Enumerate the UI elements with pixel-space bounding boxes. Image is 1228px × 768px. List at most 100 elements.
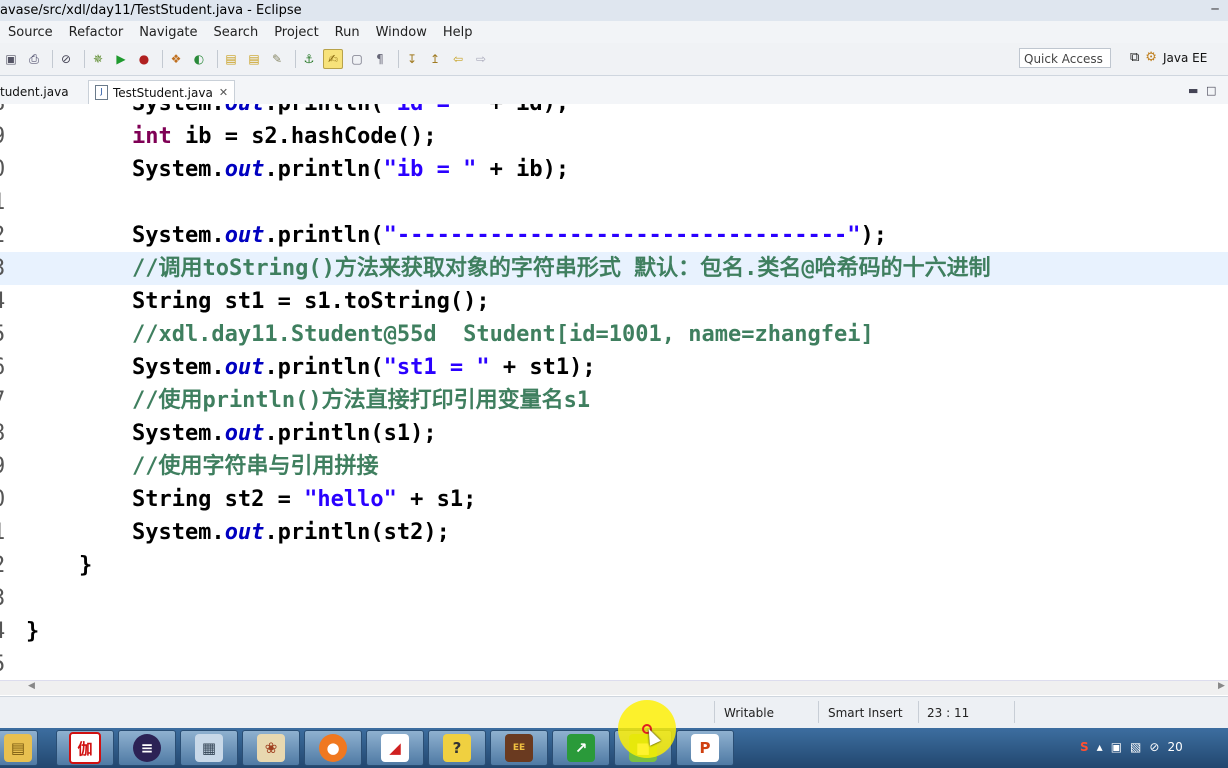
menu-help[interactable]: Help <box>435 25 481 40</box>
code-line[interactable]: 7 //使用println()方法直接打印引用变量名s1 <box>0 384 1228 417</box>
scroll-right-icon[interactable]: ▶ <box>1218 681 1225 691</box>
javaee-ide-icon: EE <box>505 734 533 762</box>
code-line[interactable]: 9 //使用字符串与引用拼接 <box>0 450 1228 483</box>
horizontal-scrollbar[interactable]: ◀ ▶ <box>0 680 1228 695</box>
menu-run[interactable]: Run <box>327 25 368 40</box>
tray-device-icon[interactable]: ▣ <box>1111 740 1122 754</box>
new-class-icon[interactable]: ◐ <box>190 50 208 68</box>
field-token: out <box>224 355 265 380</box>
taskbar-calculator[interactable]: ▦ <box>180 730 238 766</box>
print-icon[interactable]: ⎙ <box>25 50 43 68</box>
code-text: System.out.println("st1 = " + st1); <box>26 351 596 384</box>
toolbar-separator <box>295 50 296 68</box>
next-annotation-icon[interactable]: ↧ <box>403 50 421 68</box>
run-icon[interactable]: ▶ <box>112 50 130 68</box>
perspective-switcher[interactable]: ⧉ ⚙ Java EE <box>1130 50 1207 65</box>
window-title: avase/src/xdl/day11/TestStudent.java - E… <box>0 3 302 18</box>
close-icon[interactable]: ✕ <box>219 86 228 99</box>
menu-navigate[interactable]: Navigate <box>131 25 205 40</box>
tab-student-java[interactable]: tudent.java <box>0 80 69 104</box>
debug-icon[interactable]: ✵ <box>89 50 107 68</box>
prev-annotation-icon[interactable]: ↥ <box>426 50 444 68</box>
taskbar-folder[interactable]: ▤ <box>0 730 38 766</box>
ime-icon[interactable]: S <box>1080 740 1089 754</box>
help-icon: ? <box>443 734 471 762</box>
menu-refactor[interactable]: Refactor <box>61 25 132 40</box>
volume-muted-icon[interactable]: ⊘ <box>1149 740 1159 754</box>
taskbar-javaee-ide[interactable]: EE <box>490 730 548 766</box>
code-token: System. <box>26 520 225 545</box>
mark-occurrences-icon[interactable]: ✍ <box>323 49 343 69</box>
menu-source[interactable]: Source <box>0 25 61 40</box>
code-line[interactable]: 8 System.out.println(s1); <box>0 417 1228 450</box>
minimize-icon[interactable]: ─ <box>1202 0 1228 18</box>
back-icon[interactable]: ⇦ <box>449 50 467 68</box>
taskbar-pdf-reader[interactable]: 伽 <box>56 730 114 766</box>
code-line[interactable]: 3 //调用toString()方法来获取对象的字符串形式 默认：包名.类名@哈… <box>0 252 1228 285</box>
forward-icon[interactable]: ⇨ <box>472 50 490 68</box>
taskbar-help[interactable]: ? <box>428 730 486 766</box>
code-line[interactable]: 3 <box>0 582 1228 615</box>
code-token: .println(st2); <box>264 520 450 545</box>
tab-teststudent-java[interactable]: J TestStudent.java ✕ <box>88 80 236 104</box>
code-text: //调用toString()方法来获取对象的字符串形式 默认：包名.类名@哈希码… <box>26 252 991 285</box>
wand-icon[interactable]: ✎ <box>268 50 286 68</box>
code-line[interactable]: 4 String st1 = s1.toString(); <box>0 285 1228 318</box>
minimize-view-icon[interactable]: ▬ <box>1188 84 1206 97</box>
status-mode: Writable <box>724 706 774 720</box>
code-token: .println( <box>264 355 384 380</box>
tab-controls: ▬ □ <box>1188 84 1224 97</box>
code-token: .println( <box>264 157 384 182</box>
code-line[interactable]: 0 System.out.println("ib = " + ib); <box>0 153 1228 186</box>
code-token: + st1); <box>489 355 596 380</box>
perspective-label[interactable]: Java EE <box>1163 51 1207 65</box>
code-line[interactable]: 0 String st2 = "hello" + s1; <box>0 483 1228 516</box>
line-number: 0 <box>0 153 12 186</box>
scroll-left-icon[interactable]: ◀ <box>28 681 35 691</box>
code-line[interactable]: 1 System.out.println(st2); <box>0 516 1228 549</box>
maximize-view-icon[interactable]: □ <box>1206 84 1224 97</box>
block-selection-icon[interactable]: ▢ <box>348 50 366 68</box>
code-editor[interactable]: 8 System.out.println("id = " + id);9 int… <box>0 104 1228 680</box>
menu-project[interactable]: Project <box>266 25 326 40</box>
code-line[interactable]: 5 <box>0 648 1228 680</box>
code-line[interactable]: 9 int ib = s2.hashCode(); <box>0 120 1228 153</box>
line-number: 4 <box>0 285 12 318</box>
code-line[interactable]: 5 //xdl.day11.Student@55d Student[id=100… <box>0 318 1228 351</box>
taskbar-xmind[interactable]: ◢ <box>366 730 424 766</box>
menu-window[interactable]: Window <box>368 25 435 40</box>
code-line[interactable]: 4} <box>0 615 1228 648</box>
line-number: 9 <box>0 450 12 483</box>
line-number: 4 <box>0 615 12 648</box>
show-whitespace-icon[interactable]: ¶ <box>371 50 389 68</box>
toolbar-separator <box>52 50 53 68</box>
network-icon[interactable]: ▧ <box>1130 740 1141 754</box>
code-token: + s1; <box>396 487 477 512</box>
code-line[interactable]: 2 } <box>0 549 1228 582</box>
open-perspective-icon[interactable]: ⧉ <box>1130 50 1139 65</box>
open-folder-icon[interactable]: ▤ <box>222 50 240 68</box>
coverage-icon[interactable]: ● <box>135 50 153 68</box>
quick-access-input[interactable]: Quick Access <box>1019 48 1111 68</box>
save-all-icon[interactable]: ▣ <box>2 50 20 68</box>
taskbar-firefox[interactable]: ● <box>304 730 362 766</box>
taskbar-powerpoint[interactable]: P <box>676 730 734 766</box>
taskbar-paint[interactable]: ❀ <box>242 730 300 766</box>
menu-search[interactable]: Search <box>206 25 267 40</box>
taskbar-remote-desktop[interactable]: ↗ <box>552 730 610 766</box>
code-line[interactable]: 1 <box>0 186 1228 219</box>
remote-desktop-icon: ↗ <box>567 734 595 762</box>
status-separator <box>714 701 715 723</box>
code-line[interactable]: 6 System.out.println("st1 = " + st1); <box>0 351 1228 384</box>
skip-breakpoints-icon[interactable]: ⊘ <box>57 50 75 68</box>
code-token: System. <box>26 104 225 116</box>
tray-expand-icon[interactable]: ▴ <box>1097 740 1103 754</box>
open-project-icon[interactable]: ▤ <box>245 50 263 68</box>
tray-clock[interactable]: 20 <box>1167 740 1182 754</box>
code-line[interactable]: 8 System.out.println("id = " + id); <box>0 104 1228 120</box>
taskbar-eclipse[interactable]: ≡ <box>118 730 176 766</box>
pin-icon[interactable]: ⚓ <box>300 50 318 68</box>
new-server-icon[interactable]: ❖ <box>167 50 185 68</box>
code-line[interactable]: 2 System.out.println("------------------… <box>0 219 1228 252</box>
toolbar: ▣ ⎙ ⊘ ✵ ▶ ● ❖ ◐ ▤ ▤ ✎ ⚓ ✍ ▢ ¶ ↧ ↥ ⇦ ⇨ Qu… <box>0 43 1228 76</box>
